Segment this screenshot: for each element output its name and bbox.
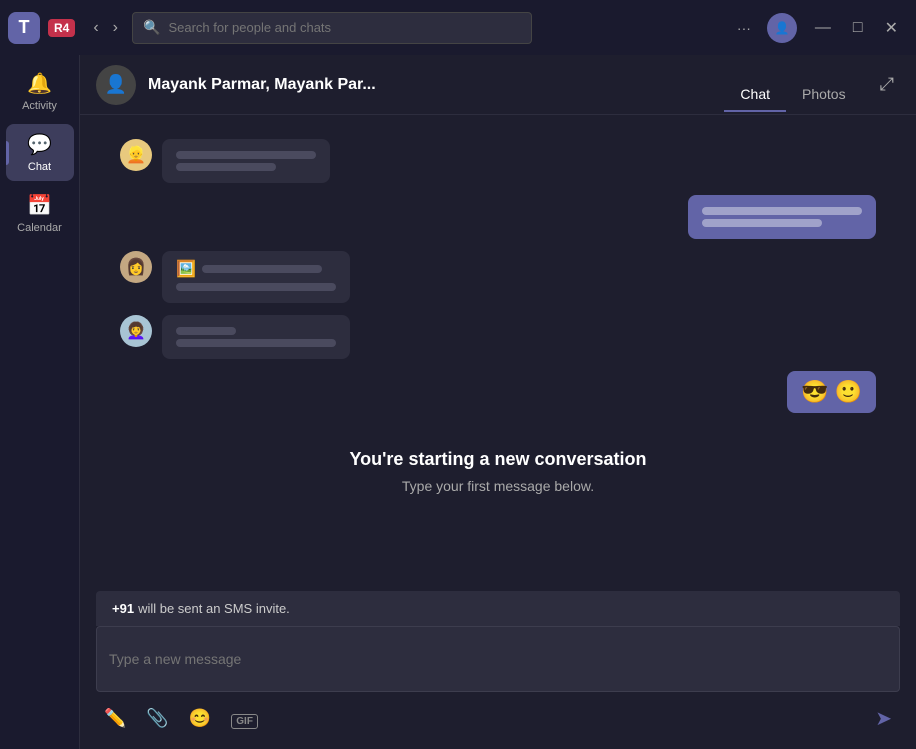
chat-header: 👤 Mayank Parmar, Mayank Par... Chat Phot… [80,55,916,115]
list-item [162,315,350,359]
contact-avatar: 👤 [96,65,136,105]
tab-chat[interactable]: Chat [724,78,786,112]
message-input-row [109,635,887,683]
title-actions: ··· 👤 — □ ✕ [729,13,908,43]
conversation-subtitle: Type your first message below. [120,478,876,494]
title-bar: T R4 ‹ › 🔍 ··· 👤 — □ ✕ [0,0,916,55]
send-button[interactable]: ➤ [867,700,900,737]
user-badge: R4 [48,19,75,37]
avatar[interactable]: 👤 [767,13,797,43]
sidebar-item-calendar[interactable]: 📅 Calendar [6,185,74,242]
search-bar[interactable]: 🔍 [132,12,532,44]
msg-line [176,283,336,291]
list-item [162,139,330,183]
sidebar-item-chat-label: Chat [28,161,51,173]
msg-line [176,339,336,347]
back-button[interactable]: ‹ [87,15,104,41]
app-body: 🔔 Activity 💬 Chat 📅 Calendar 👤 Mayank Pa… [0,55,916,749]
avatar: 👩 [120,251,152,283]
toolbar-row: ✏️ 📎 😊 GIF ➤ [80,692,916,749]
chat-tabs: Chat Photos [724,68,861,102]
edit-button[interactable]: ✏️ [96,702,134,735]
list-item: 😎 🙂 [787,371,876,413]
attach-button[interactable]: 📎 [138,702,176,735]
msg-line [176,163,276,171]
table-row: 👩 🖼️ [120,251,876,303]
activity-icon: 🔔 [27,71,52,96]
sms-notice-text: will be sent an SMS invite. [138,601,290,616]
sms-number: +91 [112,601,134,616]
gif-button[interactable]: GIF [223,702,266,735]
list-item [688,195,876,239]
msg-line [702,219,822,227]
msg-line [176,151,316,159]
teams-logo: T [8,12,40,44]
search-icon: 🔍 [143,19,160,36]
content-area: 👤 Mayank Parmar, Mayank Par... Chat Phot… [80,55,916,749]
nav-arrows: ‹ › [87,15,124,41]
more-options-button[interactable]: ··· [729,16,759,40]
sidebar: 🔔 Activity 💬 Chat 📅 Calendar [0,55,80,749]
contact-name: Mayank Parmar, Mayank Par... [148,76,696,94]
search-input[interactable] [168,20,521,35]
calendar-icon: 📅 [27,193,52,218]
minimize-button[interactable]: — [805,14,841,42]
close-button[interactable]: ✕ [875,14,908,42]
sidebar-item-activity[interactable]: 🔔 Activity [6,63,74,120]
expand-chat-button[interactable]: ⤢ [874,68,900,101]
conversation-starter: You're starting a new conversation Type … [120,425,876,510]
messages-area[interactable]: 👱 👩 🖼️ [80,115,916,591]
tab-photos[interactable]: Photos [786,78,862,112]
sms-notice: +91 will be sent an SMS invite. [96,591,900,626]
table-row [120,195,876,239]
sidebar-item-calendar-label: Calendar [17,222,62,234]
message-input[interactable] [109,651,887,667]
emoji-button[interactable]: 😊 [181,702,219,735]
conversation-title: You're starting a new conversation [120,449,876,470]
gif-badge: GIF [231,714,258,729]
sidebar-item-chat[interactable]: 💬 Chat [6,124,74,181]
forward-button[interactable]: › [107,15,124,41]
msg-line [202,265,322,273]
maximize-button[interactable]: □ [843,14,873,42]
input-box [96,626,900,692]
list-item: 🖼️ [162,251,350,303]
msg-line [702,207,862,215]
chat-icon: 💬 [27,132,52,157]
sidebar-item-activity-label: Activity [22,100,57,112]
table-row: 👩‍🦱 [120,315,876,359]
avatar: 👩‍🦱 [120,315,152,347]
window-controls: — □ ✕ [805,14,908,42]
table-row: 😎 🙂 [120,371,876,413]
attachment-icon: 🖼️ [176,259,196,279]
msg-line [176,327,236,335]
active-indicator [6,141,9,165]
table-row: 👱 [120,139,876,183]
avatar: 👱 [120,139,152,171]
